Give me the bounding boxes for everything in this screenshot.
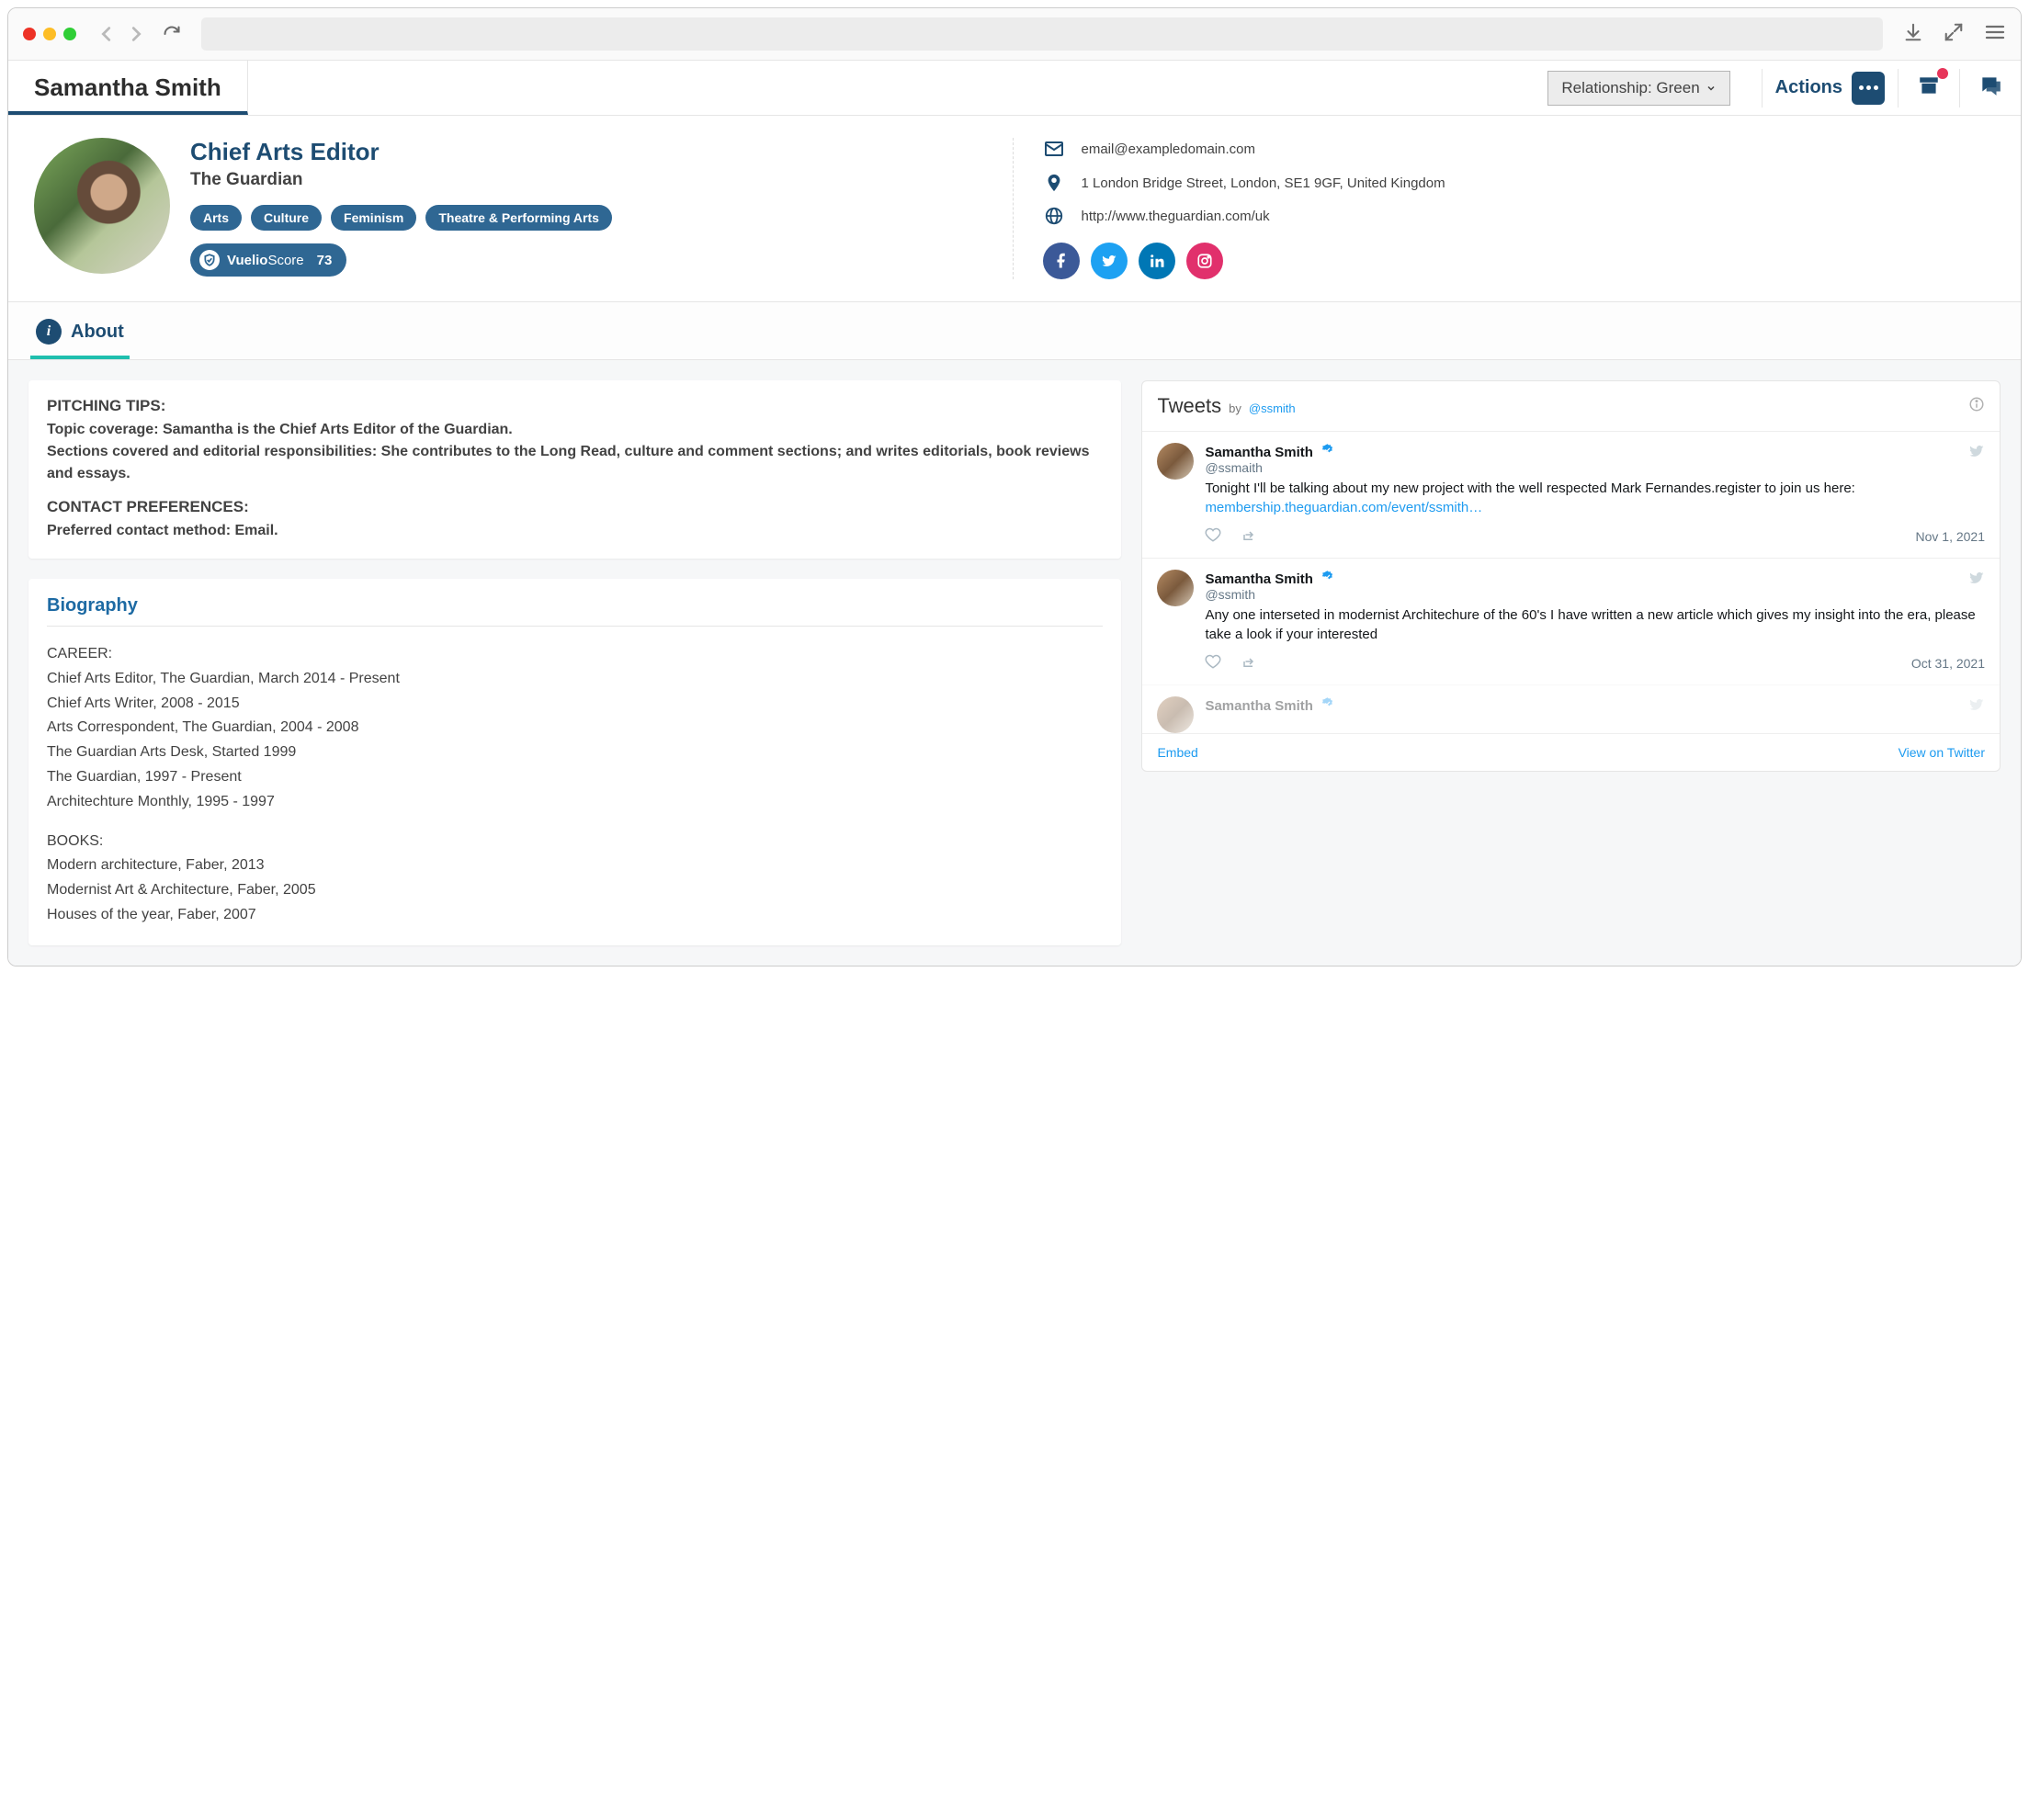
instagram-button[interactable]: [1186, 243, 1223, 279]
about-tab-label: About: [71, 322, 124, 343]
profile-avatar: [34, 138, 170, 274]
actions-label: Actions: [1775, 77, 1842, 98]
career-line: Architechture Monthly, 1995 - 1997: [47, 791, 1103, 814]
location-icon: [1043, 173, 1065, 193]
book-line: Modern architecture, Faber, 2013: [47, 854, 1103, 877]
contact-email-row: email@exampledomain.com: [1043, 138, 1996, 160]
tweet-item[interactable]: Samantha Smith @ssmaith Tonight I'll be …: [1142, 431, 2000, 558]
topic-tag[interactable]: Culture: [251, 205, 322, 231]
browser-toolbar: [8, 8, 2021, 61]
twitter-icon: [1101, 253, 1117, 269]
nav-reload-button[interactable]: [163, 25, 181, 43]
topic-tags: Arts Culture Feminism Theatre & Performi…: [190, 205, 987, 231]
contact-email[interactable]: email@exampledomain.com: [1082, 141, 1255, 157]
download-icon[interactable]: [1903, 22, 1923, 47]
book-line: Houses of the year, Faber, 2007: [47, 904, 1103, 927]
topic-tag[interactable]: Feminism: [331, 205, 416, 231]
menu-icon[interactable]: [1984, 21, 2006, 48]
contact-address: 1 London Bridge Street, London, SE1 9GF,…: [1082, 175, 1445, 191]
window-close-button[interactable]: [23, 28, 36, 40]
tweets-handle[interactable]: @ssmith: [1249, 401, 1296, 415]
tweets-title: Tweets: [1157, 394, 1221, 418]
like-icon[interactable]: [1205, 653, 1221, 673]
window-maximize-button[interactable]: [63, 28, 76, 40]
biography-card: Biography CAREER: Chief Arts Editor, The…: [28, 579, 1121, 945]
nav-forward-button[interactable]: [126, 24, 146, 44]
share-icon[interactable]: [1241, 653, 1258, 673]
contact-name-tab[interactable]: Samantha Smith: [8, 61, 248, 115]
verified-badge-icon: [1321, 571, 1334, 587]
relationship-label: Relationship: Green: [1561, 79, 1699, 97]
tweet-avatar: [1157, 570, 1194, 606]
info-icon: i: [36, 319, 62, 345]
twitter-bird-icon: [1968, 696, 1985, 717]
like-icon[interactable]: [1205, 526, 1221, 547]
contact-website-row: http://www.theguardian.com/uk: [1043, 206, 1996, 226]
contact-address-row: 1 London Bridge Street, London, SE1 9GF,…: [1043, 173, 1996, 193]
email-icon: [1043, 138, 1065, 160]
vuelio-score-badge: VuelioScore 73: [190, 243, 346, 277]
actions-menu-button[interactable]: [1852, 72, 1885, 105]
relationship-dropdown[interactable]: Relationship: Green: [1547, 71, 1729, 106]
biography-title: Biography: [47, 595, 1103, 627]
verified-badge-icon: [1321, 445, 1334, 460]
tweet-item[interactable]: Samantha Smith @ssmith Any one intersete…: [1142, 558, 2000, 684]
linkedin-icon: [1149, 253, 1165, 269]
career-line: Chief Arts Writer, 2008 - 2015: [47, 693, 1103, 716]
twitter-bird-icon: [1968, 443, 1985, 463]
share-icon[interactable]: [1241, 526, 1258, 547]
job-title: Chief Arts Editor: [190, 138, 987, 166]
globe-icon: [1043, 206, 1065, 226]
pitching-tips-card: PITCHING TIPS: Topic coverage: Samantha …: [28, 380, 1121, 559]
facebook-icon: [1053, 253, 1070, 269]
notification-dot: [1937, 68, 1948, 79]
more-dots-icon: [1859, 85, 1878, 90]
topic-tag[interactable]: Theatre & Performing Arts: [425, 205, 612, 231]
chat-button[interactable]: [1973, 68, 2008, 107]
tweets-widget: Tweets by @ssmith Samantha Smith: [1141, 380, 2001, 772]
contact-pref-title: CONTACT PREFERENCES:: [47, 498, 1103, 516]
embed-link[interactable]: Embed: [1157, 745, 1197, 760]
pitching-tips-title: PITCHING TIPS:: [47, 397, 1103, 415]
archive-button[interactable]: [1911, 68, 1946, 107]
twitter-button[interactable]: [1091, 243, 1128, 279]
expand-icon[interactable]: [1944, 22, 1964, 47]
outlet-name: The Guardian: [190, 170, 987, 190]
tweet-avatar: [1157, 443, 1194, 480]
chevron-down-icon: [1706, 83, 1717, 94]
career-line: Chief Arts Editor, The Guardian, March 2…: [47, 668, 1103, 691]
career-line: The Guardian Arts Desk, Started 1999: [47, 741, 1103, 764]
career-line: The Guardian, 1997 - Present: [47, 766, 1103, 789]
shield-icon: [199, 250, 220, 270]
verified-badge-icon: [1321, 698, 1334, 714]
book-line: Modernist Art & Architecture, Faber, 200…: [47, 879, 1103, 902]
facebook-button[interactable]: [1043, 243, 1080, 279]
topic-tag[interactable]: Arts: [190, 205, 242, 231]
url-bar[interactable]: [201, 17, 1883, 51]
linkedin-button[interactable]: [1139, 243, 1175, 279]
tweet-item[interactable]: Samantha Smith: [1142, 684, 2000, 733]
books-heading: BOOKS:: [47, 831, 1103, 853]
career-line: Arts Correspondent, The Guardian, 2004 -…: [47, 717, 1103, 740]
tweet-link[interactable]: membership.theguardian.com/event/ssmith…: [1205, 500, 1482, 515]
about-tab[interactable]: i About: [30, 311, 130, 359]
twitter-bird-icon: [1968, 570, 1985, 590]
info-circle-icon[interactable]: [1968, 396, 1985, 417]
career-heading: CAREER:: [47, 643, 1103, 666]
nav-back-button[interactable]: [96, 24, 117, 44]
view-on-twitter-link[interactable]: View on Twitter: [1899, 745, 1985, 760]
contact-website[interactable]: http://www.theguardian.com/uk: [1082, 209, 1270, 224]
tweet-avatar: [1157, 696, 1194, 733]
window-minimize-button[interactable]: [43, 28, 56, 40]
instagram-icon: [1196, 253, 1213, 269]
